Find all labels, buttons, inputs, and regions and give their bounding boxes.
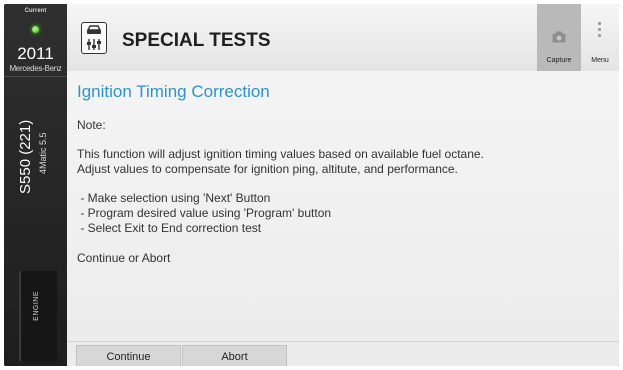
test-content: Ignition Timing Correction Note: This fu… bbox=[67, 71, 619, 341]
current-label: Current bbox=[24, 8, 47, 14]
tab-engine[interactable]: ENGINE bbox=[19, 271, 57, 361]
vehicle-make: Mercedes-Benz bbox=[9, 64, 62, 73]
overflow-menu-icon bbox=[598, 22, 602, 40]
vehicle-year: 2011 bbox=[17, 44, 54, 63]
menu-button[interactable]: Menu bbox=[581, 4, 619, 71]
app-window: Current 2011 Mercedes-Benz S550 (221) 4M… bbox=[4, 4, 619, 366]
sidebar-divider bbox=[4, 76, 67, 77]
abort-button[interactable]: Abort bbox=[182, 345, 287, 366]
header-bar: SPECIAL TESTS Capture Menu bbox=[67, 4, 619, 72]
capture-label: Capture bbox=[546, 57, 572, 64]
prompt-text: Continue or Abort bbox=[77, 251, 171, 265]
description-line: This function will adjust ignition timin… bbox=[77, 147, 484, 161]
tab-engine-label: ENGINE bbox=[33, 291, 40, 321]
connection-status-icon bbox=[32, 26, 39, 33]
capture-button[interactable]: Capture bbox=[537, 4, 581, 71]
page-title: SPECIAL TESTS bbox=[122, 30, 271, 51]
description-line: Adjust values to compensate for ignition… bbox=[77, 162, 458, 176]
continue-button[interactable]: Continue bbox=[76, 345, 181, 366]
vehicle-model: S550 (221) bbox=[17, 119, 34, 194]
camera-icon bbox=[552, 31, 566, 43]
vehicle-sidebar: Current 2011 Mercedes-Benz S550 (221) 4M… bbox=[4, 4, 67, 366]
vehicle-submodel: 4Matic 5.5 bbox=[38, 132, 48, 174]
instruction-item: - Program desired value using 'Program' … bbox=[77, 206, 332, 220]
menu-label: Menu bbox=[591, 57, 609, 64]
footer-bar: Continue Abort bbox=[67, 341, 619, 366]
note-label: Note: bbox=[77, 118, 106, 132]
test-title: Ignition Timing Correction bbox=[77, 82, 270, 101]
car-settings-icon bbox=[81, 22, 107, 54]
instruction-item: - Select Exit to End correction test bbox=[77, 221, 262, 235]
instruction-item: - Make selection using 'Next' Button bbox=[77, 191, 271, 205]
